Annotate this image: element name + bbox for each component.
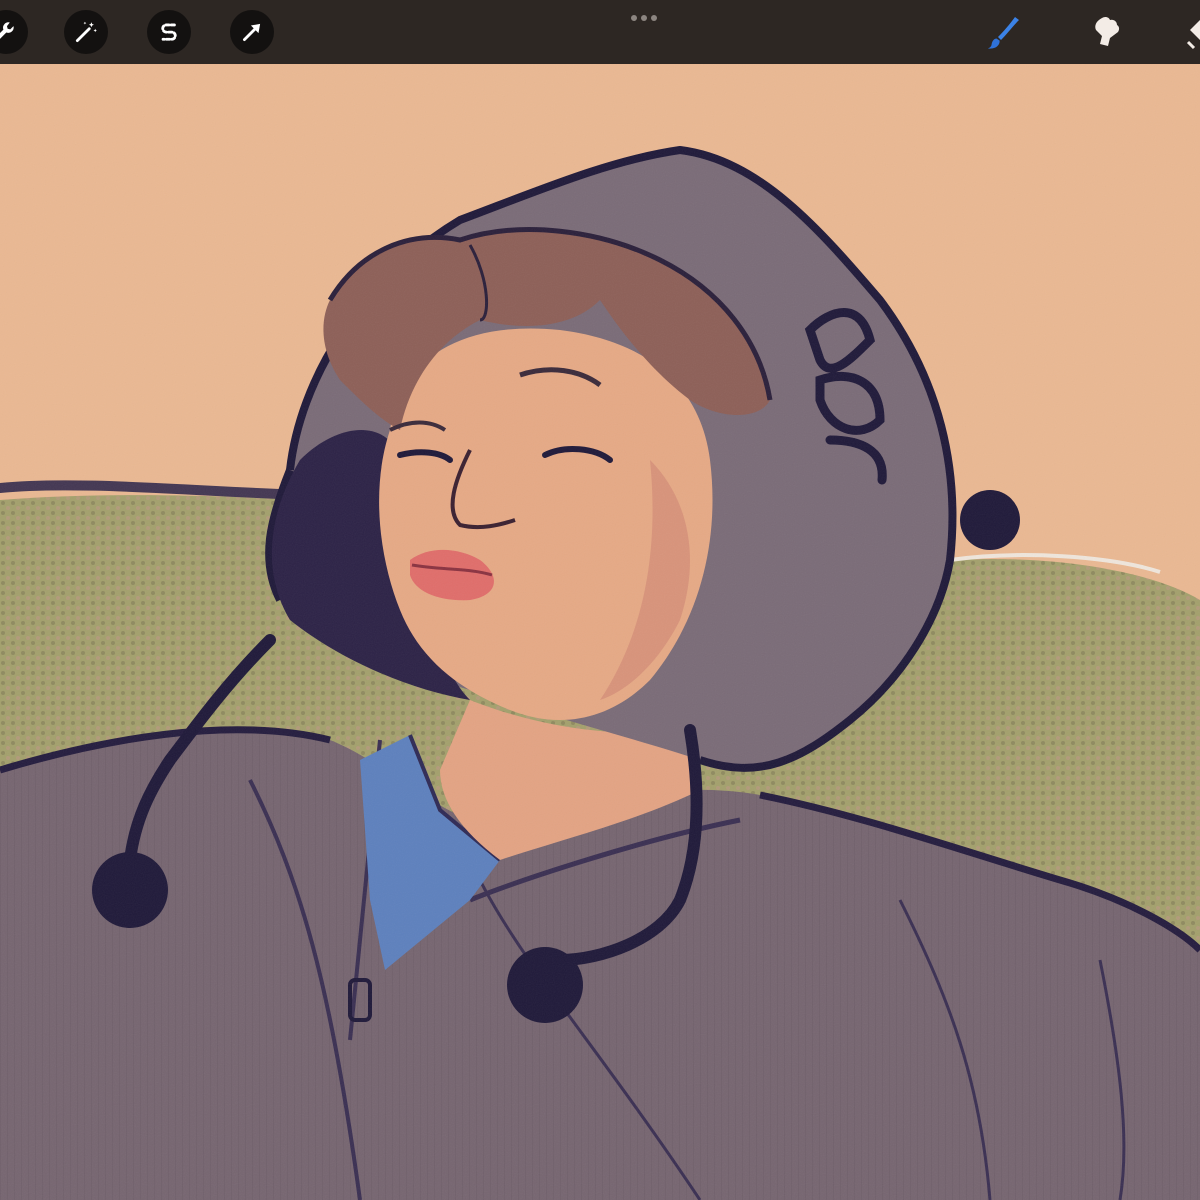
top-toolbar (0, 0, 1200, 64)
more-dot (651, 15, 657, 21)
transform-button[interactable] (230, 10, 274, 54)
more-dot (641, 15, 647, 21)
selection-s-icon (161, 23, 177, 41)
more-dots-icon (631, 15, 637, 21)
drawing-canvas[interactable] (0, 64, 1200, 1200)
magic-wand-icon (75, 21, 97, 43)
smudge-icon (1095, 16, 1120, 46)
arrow-cursor-icon (243, 23, 261, 41)
eraser-icon (1186, 20, 1200, 50)
portrait-artwork (0, 64, 1200, 1200)
adjustments-button[interactable] (64, 10, 108, 54)
paint-tool-button[interactable] (980, 8, 1028, 56)
brush-icon (988, 17, 1019, 49)
grain-overlay (0, 64, 1200, 1200)
wrench-icon (0, 22, 14, 39)
smudge-tool-button[interactable] (1082, 8, 1130, 56)
erase-tool-button[interactable] (1178, 8, 1200, 56)
actions-button[interactable] (0, 10, 28, 54)
procreate-app (0, 0, 1200, 1200)
more-options-button[interactable] (622, 8, 666, 28)
selection-button[interactable] (147, 10, 191, 54)
